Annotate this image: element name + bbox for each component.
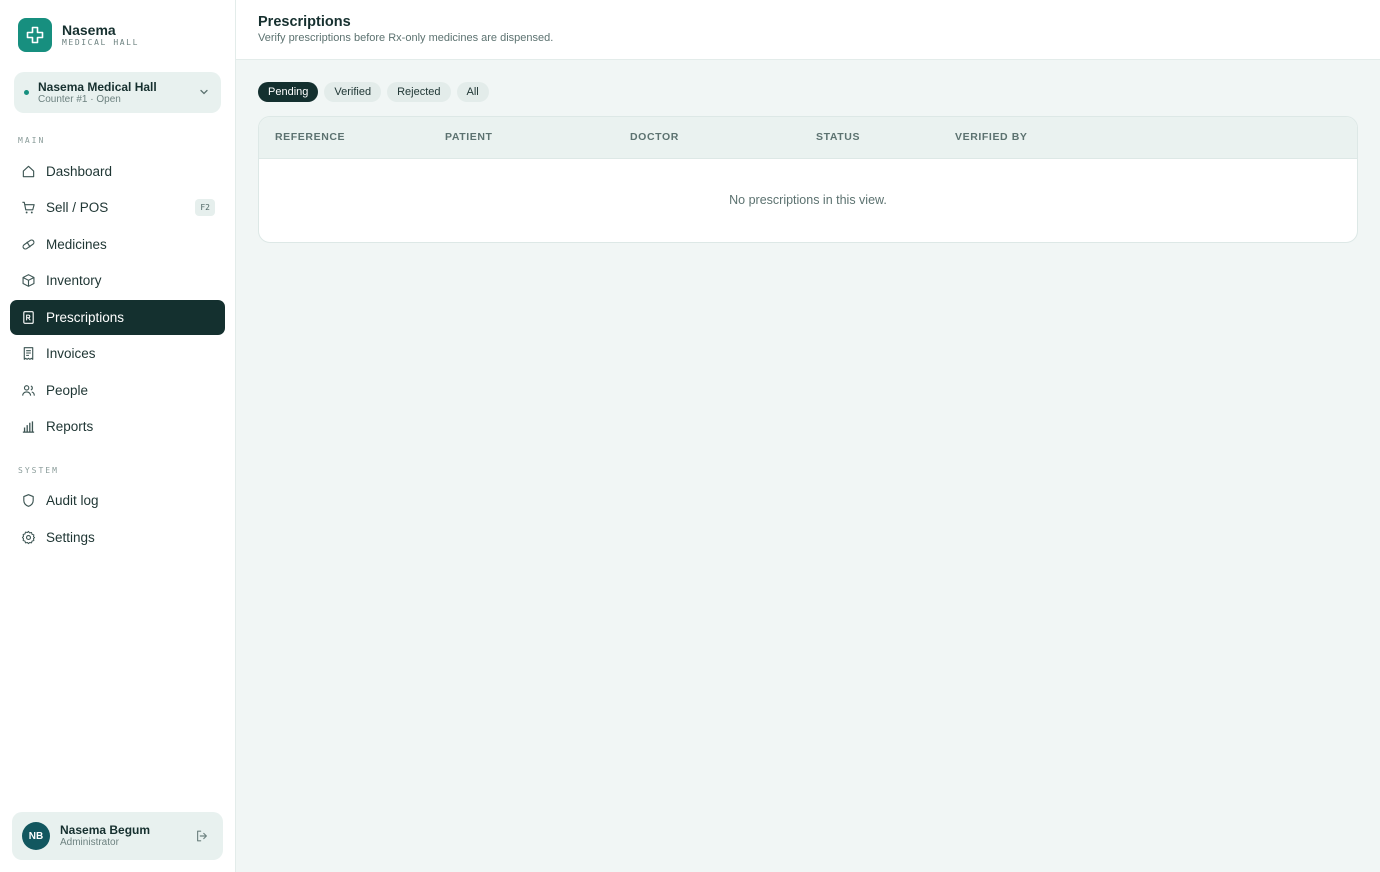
logout-icon[interactable] <box>195 829 209 843</box>
avatar: NB <box>22 822 50 850</box>
receipt-icon <box>23 347 34 360</box>
bar-chart-icon <box>22 421 35 433</box>
chevron-down-icon <box>200 89 208 95</box>
sidebar-item-label: Inventory <box>46 273 102 288</box>
prescriptions-table: REFERENCE PATIENT DOCTOR STATUS VERIFIED… <box>258 116 1358 243</box>
page-subtitle: Verify prescriptions before Rx-only medi… <box>258 32 554 44</box>
sidebar-item-prescriptions[interactable]: Prescriptions <box>10 300 225 335</box>
store-name: Nasema Medical Hall <box>38 80 157 94</box>
sidebar-item-medicines[interactable]: Medicines <box>10 227 225 262</box>
sidebar-item-label: Prescriptions <box>46 310 125 325</box>
user-role: Administrator <box>60 837 119 848</box>
user-name: Nasema Begum <box>60 823 151 837</box>
column-header-patient: PATIENT <box>445 131 493 143</box>
tab-pending[interactable]: Pending <box>258 82 319 102</box>
sidebar-item-inventory[interactable]: Inventory <box>10 263 225 298</box>
box-icon <box>22 274 35 287</box>
empty-state-message: No prescriptions in this view. <box>729 193 887 207</box>
sidebar-item-sell-pos[interactable]: Sell / POS F2 <box>10 190 225 225</box>
table-header: REFERENCE PATIENT DOCTOR STATUS VERIFIED… <box>259 117 1357 159</box>
sidebar-item-label: Medicines <box>46 237 107 252</box>
sidebar-item-settings[interactable]: Settings <box>10 520 225 555</box>
pill-icon <box>22 239 35 250</box>
column-header-doctor: DOCTOR <box>630 131 679 143</box>
sidebar-item-label: Settings <box>46 530 95 545</box>
page-header: Prescriptions Verify prescriptions befor… <box>236 0 1380 60</box>
plus-logo-icon <box>18 18 52 52</box>
sidebar-item-audit-log[interactable]: Audit log <box>10 483 225 518</box>
column-header-status: STATUS <box>816 131 861 143</box>
sidebar: Nasema MEDICAL HALL Nasema Medical Hall … <box>0 0 236 872</box>
shortcut-badge: F2 <box>195 199 215 216</box>
home-icon <box>22 165 35 178</box>
sidebar-item-reports[interactable]: Reports <box>10 409 225 444</box>
user-card: NB Nasema Begum Administrator <box>12 812 223 860</box>
sidebar-item-label: Reports <box>46 419 94 434</box>
cart-icon <box>22 201 35 214</box>
store-status: Counter #1 · Open <box>38 94 121 105</box>
sidebar-item-label: Sell / POS <box>46 200 109 215</box>
sidebar-item-label: Invoices <box>46 346 96 361</box>
gear-icon <box>21 530 36 545</box>
status-dot <box>24 90 29 95</box>
page-title: Prescriptions <box>258 14 351 30</box>
sidebar-item-people[interactable]: People <box>10 373 225 408</box>
tab-rejected[interactable]: Rejected <box>387 82 451 102</box>
shield-icon <box>23 494 34 507</box>
users-icon <box>22 385 35 396</box>
brand-name: Nasema <box>62 22 116 38</box>
sidebar-item-label: People <box>46 383 89 398</box>
sidebar-item-label: Dashboard <box>46 164 113 179</box>
nav-section-main: MAIN <box>18 136 46 145</box>
brand: Nasema MEDICAL HALL <box>18 18 139 52</box>
tab-all[interactable]: All <box>456 82 489 102</box>
tab-verified[interactable]: Verified <box>324 82 382 102</box>
nav-section-system: SYSTEM <box>18 466 59 475</box>
store-selector[interactable]: Nasema Medical Hall Counter #1 · Open <box>14 72 221 113</box>
sidebar-item-invoices[interactable]: Invoices <box>10 336 225 371</box>
prescription-icon <box>23 311 34 324</box>
sidebar-item-label: Audit log <box>46 493 99 508</box>
filter-tabs: Pending Verified Rejected All <box>258 82 495 102</box>
brand-subtitle: MEDICAL HALL <box>62 38 139 47</box>
sidebar-item-dashboard[interactable]: Dashboard <box>10 154 225 189</box>
column-header-verified-by: VERIFIED BY <box>955 131 1028 143</box>
column-header-reference: REFERENCE <box>275 131 346 143</box>
